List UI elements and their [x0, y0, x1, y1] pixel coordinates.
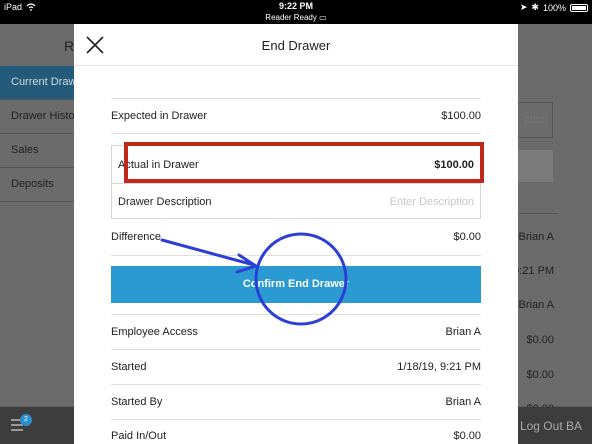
sidebar-item-drawer-history[interactable]: Drawer History — [0, 100, 74, 134]
end-drawer-modal: End Drawer Expected in Drawer $100.00 Ac… — [74, 24, 518, 444]
difference-value: $0.00 — [453, 231, 481, 243]
divider — [111, 419, 481, 420]
detail-label: Paid In/Out — [111, 430, 167, 442]
detail-label: Started By — [111, 396, 163, 408]
notification-badge: 2 — [20, 414, 32, 426]
battery-percent: 100% — [542, 2, 566, 13]
status-time: 9:22 PM — [278, 1, 313, 11]
detail-value: 1/18/19, 9:21 PM — [397, 361, 481, 373]
sidebar-item-sales[interactable]: Sales — [0, 134, 74, 168]
drawer-description-field[interactable]: Drawer Description Enter Description — [118, 196, 474, 208]
status-right: ➤ ✱ 100% — [520, 2, 588, 13]
reader-icon: ▭ — [319, 13, 327, 22]
expected-value: $100.00 — [441, 110, 481, 122]
detail-row: Employee Access Brian A — [111, 326, 481, 338]
detail-value: Brian A — [445, 326, 481, 338]
actual-label: Actual in Drawer — [118, 159, 199, 171]
background-sidebar: Current Drawer Drawer History Sales Depo… — [0, 66, 74, 406]
divider — [111, 384, 481, 385]
divider — [111, 98, 481, 99]
background-cell: Brian A — [518, 231, 554, 243]
logout-button[interactable]: Log Out BA — [520, 419, 582, 433]
actual-value: $100.00 — [434, 159, 474, 171]
background-cell: $0.00 — [526, 334, 554, 346]
reader-status-text: Reader Ready — [265, 13, 317, 22]
status-bar: iPad 9:22 PM Reader Ready ▭ ➤ ✱ 100% — [0, 0, 592, 24]
divider — [111, 349, 481, 350]
reader-status: Reader Ready ▭ — [0, 12, 592, 23]
expected-label: Expected in Drawer — [111, 110, 207, 122]
drawer-input-group: Actual in Drawer $100.00 Drawer Descript… — [111, 145, 481, 219]
sidebar-item-deposits[interactable]: Deposits — [0, 168, 74, 202]
actual-in-drawer-field[interactable]: Actual in Drawer $100.00 — [118, 159, 474, 171]
background-input-placeholder: ption — [524, 114, 548, 126]
modal-header: End Drawer — [74, 24, 518, 66]
detail-label: Started — [111, 361, 147, 373]
battery-icon — [570, 3, 588, 12]
confirm-end-drawer-button[interactable]: Confirm End Drawer — [111, 266, 481, 303]
modal-title: End Drawer — [261, 38, 331, 53]
difference-label: Difference — [111, 231, 161, 243]
divider — [111, 133, 481, 134]
bluetooth-icon: ✱ — [531, 2, 539, 12]
detail-row: Paid In/Out $0.00 — [111, 430, 481, 442]
detail-value: Brian A — [445, 396, 481, 408]
background-cell: 9:21 PM — [513, 265, 554, 277]
description-label: Drawer Description — [118, 196, 212, 208]
divider — [111, 255, 481, 256]
expected-row: Expected in Drawer $100.00 — [111, 110, 481, 122]
detail-value: $0.00 — [453, 430, 481, 442]
detail-row: Started 1/18/19, 9:21 PM — [111, 361, 481, 373]
background-cell: $0.00 — [526, 369, 554, 381]
status-center: 9:22 PM Reader Ready ▭ — [0, 1, 592, 23]
difference-row: Difference $0.00 — [111, 231, 481, 243]
description-placeholder: Enter Description — [389, 196, 474, 208]
location-icon: ➤ — [519, 2, 528, 12]
divider — [111, 314, 481, 315]
detail-row: Started By Brian A — [111, 396, 481, 408]
sidebar-item-current-drawer[interactable]: Current Drawer — [0, 66, 74, 100]
detail-label: Employee Access — [111, 326, 198, 338]
field-divider — [112, 183, 480, 184]
background-cell: Brian A — [518, 299, 554, 311]
background-divider — [518, 213, 558, 214]
